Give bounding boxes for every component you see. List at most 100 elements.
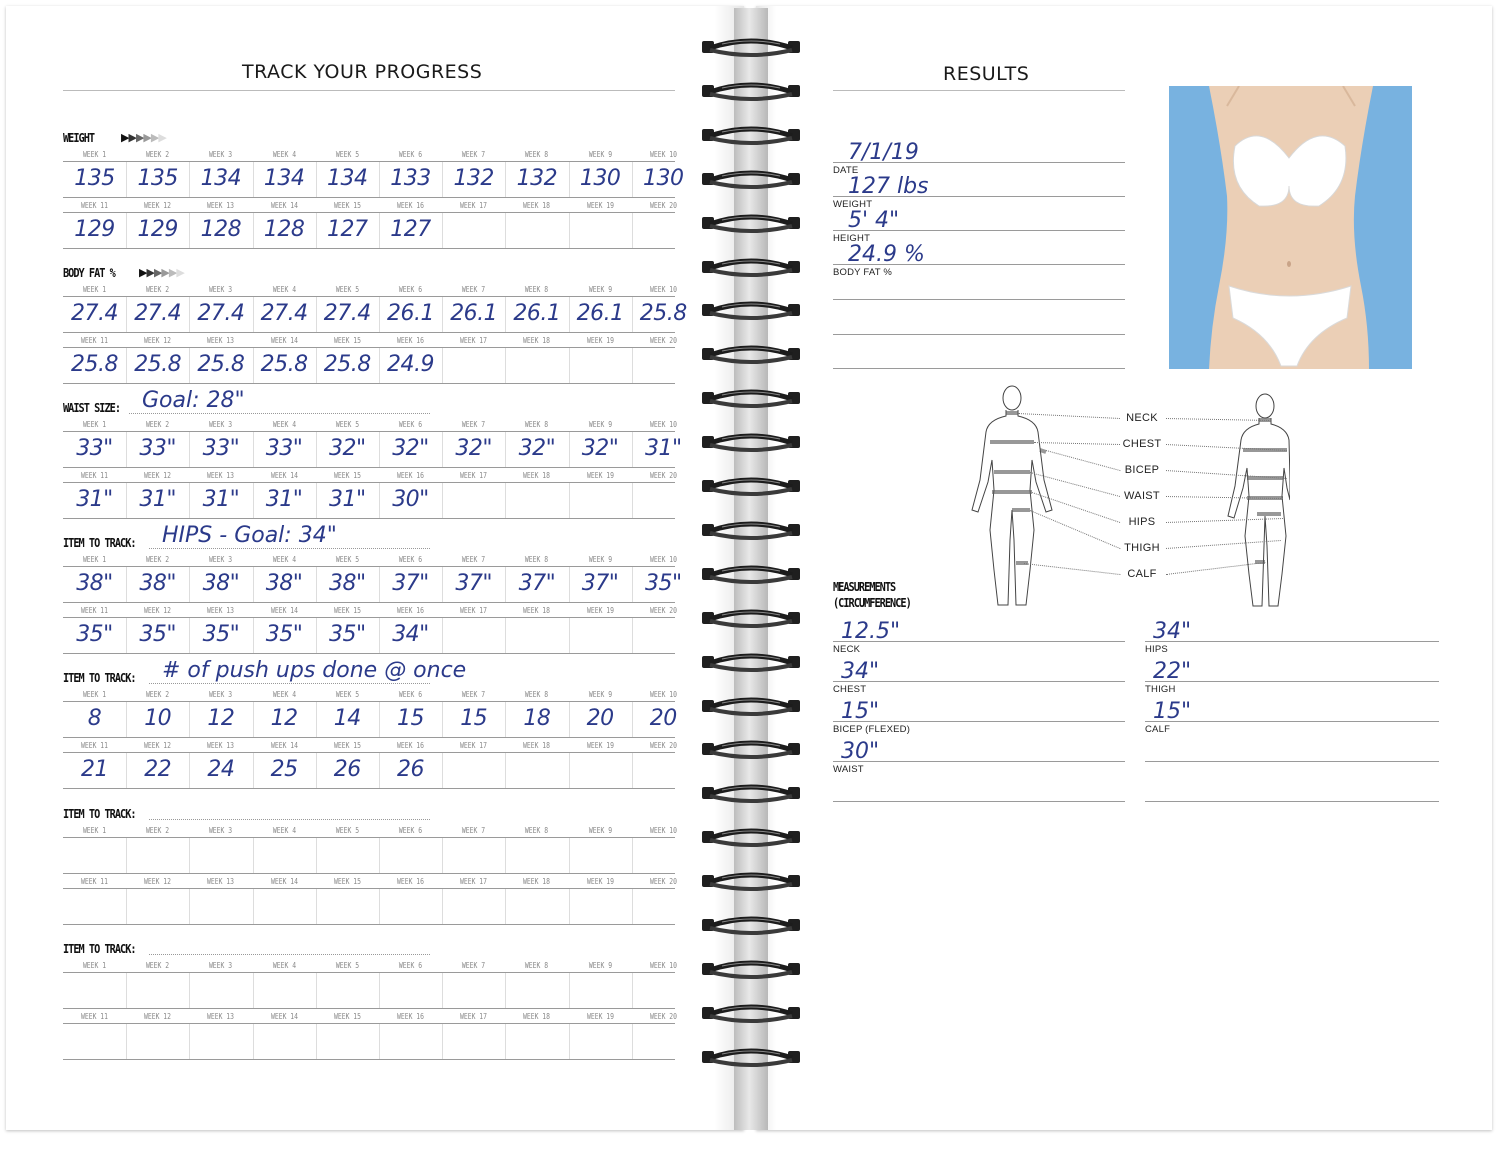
tracker-cell[interactable]: 25.8 (126, 347, 189, 383)
tracker-cell[interactable]: 25.8 (253, 347, 316, 383)
tracker-cell[interactable] (569, 972, 632, 1008)
tracker-cell[interactable]: 25.8 (189, 347, 252, 383)
tracker-cell[interactable] (253, 972, 316, 1008)
tracker-cell[interactable]: 24 (189, 752, 252, 788)
measurement-value-hips[interactable]: 34" (1153, 619, 1191, 644)
item-name-line[interactable] (149, 548, 430, 549)
tracker-cell[interactable] (126, 972, 189, 1008)
tracker-cell[interactable] (505, 972, 568, 1008)
tracker-cell[interactable]: 33" (189, 431, 252, 467)
tracker-cell[interactable]: 37" (505, 566, 568, 602)
tracker-cell[interactable] (569, 888, 632, 924)
tracker-cell[interactable] (189, 888, 252, 924)
tracker-cell[interactable]: 30" (379, 482, 442, 518)
tracker-cell[interactable]: 21 (63, 752, 126, 788)
tracker-cell[interactable] (316, 888, 379, 924)
tracker-cell[interactable]: 134 (316, 161, 379, 197)
tracker-cell[interactable] (569, 837, 632, 873)
tracker-cell[interactable] (569, 212, 632, 248)
tracker-cell[interactable]: 27.4 (126, 296, 189, 332)
tracker-cell[interactable]: 130 (632, 161, 695, 197)
tracker-cell[interactable]: 15 (379, 701, 442, 737)
tracker-cell[interactable]: 20 (632, 701, 695, 737)
tracker-cell[interactable] (379, 837, 442, 873)
item-name-line[interactable] (149, 819, 430, 820)
tracker-cell[interactable]: 26 (379, 752, 442, 788)
tracker-cell[interactable] (253, 837, 316, 873)
tracker-cell[interactable]: 26.1 (505, 296, 568, 332)
measurement-value-waist[interactable]: 30" (841, 739, 879, 764)
tracker-cell[interactable]: 35" (63, 617, 126, 653)
tracker-cell[interactable]: 26 (316, 752, 379, 788)
tracker-cell[interactable]: 8 (63, 701, 126, 737)
tracker-cell[interactable]: 25.8 (316, 347, 379, 383)
tracker-cell[interactable]: 135 (63, 161, 126, 197)
tracker-cell[interactable] (442, 1023, 505, 1059)
tracker-cell[interactable]: 32" (505, 431, 568, 467)
tracker-cell[interactable]: 32" (379, 431, 442, 467)
measurement-value-calf[interactable]: 15" (1153, 699, 1191, 724)
tracker-cell[interactable]: 134 (189, 161, 252, 197)
tracker-cell[interactable]: 12 (253, 701, 316, 737)
tracker-cell[interactable]: 31" (316, 482, 379, 518)
tracker-cell[interactable] (632, 617, 695, 653)
tracker-cell[interactable] (379, 972, 442, 1008)
tracker-cell[interactable]: 34" (379, 617, 442, 653)
tracker-cell[interactable]: 128 (189, 212, 252, 248)
tracker-cell[interactable]: 37" (569, 566, 632, 602)
tracker-cell[interactable]: 132 (505, 161, 568, 197)
tracker-cell[interactable] (316, 837, 379, 873)
tracker-cell[interactable] (505, 212, 568, 248)
measurement-value-chest[interactable]: 34" (841, 659, 879, 684)
tracker-cell[interactable]: 27.4 (63, 296, 126, 332)
tracker-cell[interactable]: 35" (632, 566, 695, 602)
tracker-cell[interactable]: 20 (569, 701, 632, 737)
tracker-cell[interactable] (632, 347, 695, 383)
tracker-cell[interactable] (126, 837, 189, 873)
tracker-cell[interactable]: 26.1 (569, 296, 632, 332)
measurement-rule[interactable] (1145, 761, 1439, 762)
tracker-cell[interactable] (442, 972, 505, 1008)
result-blank-rule[interactable] (833, 334, 1125, 335)
tracker-cell[interactable] (379, 888, 442, 924)
tracker-cell[interactable] (253, 1023, 316, 1059)
tracker-cell[interactable] (569, 482, 632, 518)
tracker-cell[interactable] (505, 347, 568, 383)
measurement-value-thigh[interactable]: 22" (1153, 659, 1191, 684)
tracker-cell[interactable]: 33" (126, 431, 189, 467)
tracker-cell[interactable] (505, 617, 568, 653)
tracker-cell[interactable]: 27.4 (189, 296, 252, 332)
tracker-cell[interactable]: 15 (442, 701, 505, 737)
tracker-cell[interactable] (632, 482, 695, 518)
tracker-cell[interactable] (189, 972, 252, 1008)
measurement-rule[interactable] (833, 801, 1125, 802)
tracker-cell[interactable]: 35" (189, 617, 252, 653)
tracker-cell[interactable]: 26.1 (442, 296, 505, 332)
tracker-cell[interactable]: 32" (316, 431, 379, 467)
result-blank-rule[interactable] (833, 299, 1125, 300)
tracker-cell[interactable]: 37" (379, 566, 442, 602)
tracker-cell[interactable]: 38" (316, 566, 379, 602)
measurement-value-neck[interactable]: 12.5" (841, 619, 900, 644)
tracker-cell[interactable] (442, 752, 505, 788)
tracker-cell[interactable]: 14 (316, 701, 379, 737)
tracker-cell[interactable] (569, 752, 632, 788)
tracker-cell[interactable]: 18 (505, 701, 568, 737)
measurement-value-bicep-flexed-[interactable]: 15" (841, 699, 879, 724)
tracker-cell[interactable]: 32" (442, 431, 505, 467)
tracker-cell[interactable] (632, 972, 695, 1008)
tracker-cell[interactable]: 37" (442, 566, 505, 602)
tracker-cell[interactable] (442, 837, 505, 873)
tracker-cell[interactable] (189, 1023, 252, 1059)
tracker-cell[interactable] (632, 837, 695, 873)
tracker-cell[interactable] (569, 347, 632, 383)
tracker-cell[interactable]: 134 (253, 161, 316, 197)
tracker-cell[interactable]: 129 (63, 212, 126, 248)
tracker-cell[interactable]: 31" (189, 482, 252, 518)
tracker-cell[interactable]: 31" (126, 482, 189, 518)
item-name-line[interactable] (149, 954, 430, 955)
tracker-cell[interactable]: 38" (63, 566, 126, 602)
tracker-cell[interactable] (253, 888, 316, 924)
tracker-cell[interactable]: 25.8 (63, 347, 126, 383)
tracker-cell[interactable]: 38" (253, 566, 316, 602)
